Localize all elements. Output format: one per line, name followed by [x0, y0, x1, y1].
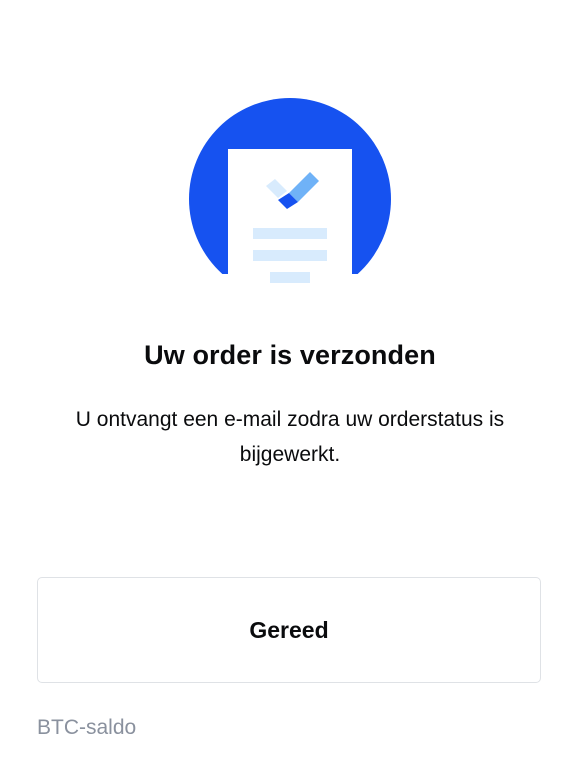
document-line-2 — [253, 250, 327, 261]
btc-balance-label[interactable]: BTC-saldo — [37, 716, 136, 740]
document-line-3 — [270, 272, 310, 283]
order-document-check-icon — [189, 98, 391, 288]
order-sent-illustration — [189, 98, 391, 288]
document-sheet — [228, 149, 352, 288]
document-line-1 — [253, 228, 327, 239]
confirmation-title: Uw order is verzonden — [144, 340, 436, 370]
confirmation-message: U ontvangt een e-mail zodra uw orderstat… — [75, 408, 505, 466]
done-button[interactable]: Gereed — [37, 577, 541, 683]
